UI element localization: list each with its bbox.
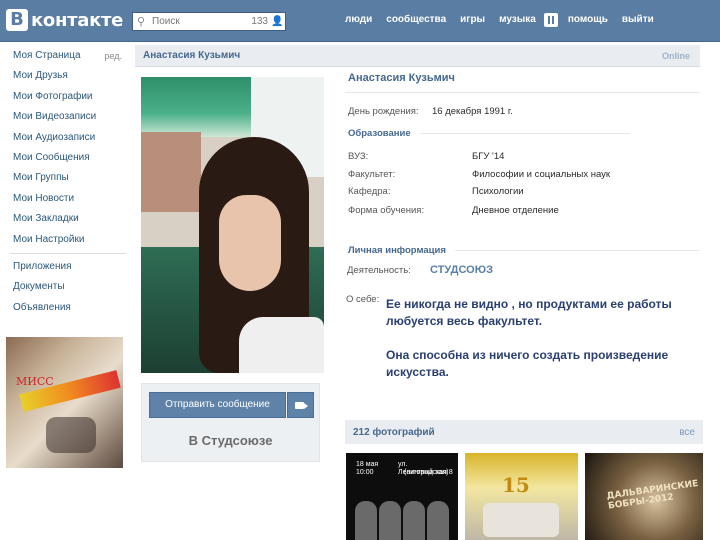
video-call-button[interactable]	[287, 392, 314, 418]
logo-letter: В	[6, 9, 28, 31]
about-paragraph: Ее никогда не видно , но продуктами ее р…	[386, 297, 672, 328]
menu-my-page[interactable]: Моя Страница ред.	[0, 46, 132, 66]
about-text: Ее никогда не видно , но продуктами ее р…	[386, 296, 686, 381]
nav-logout[interactable]: выйти	[622, 14, 654, 27]
edu-value[interactable]: Дневное отделение	[472, 205, 559, 216]
edu-row: Форма обучения: Дневное отделение	[348, 205, 559, 216]
photo-shirt	[239, 317, 324, 373]
menu-videos[interactable]: Мои Видеозаписи	[0, 107, 132, 127]
thumb-title: ДАЛЬВАРИНСКИЕ БОБРЫ-2012	[606, 478, 700, 512]
menu-divider	[10, 252, 126, 254]
activity-label: Деятельность:	[347, 265, 411, 276]
full-name: Анастасия Кузьмич	[348, 72, 455, 84]
edu-value[interactable]: Философии и социальных наук	[472, 169, 610, 180]
pause-icon[interactable]	[543, 13, 558, 27]
about-label: О себе:	[346, 294, 380, 305]
nav-communities[interactable]: сообщества	[386, 14, 446, 27]
ad-text: МИСС	[16, 375, 54, 388]
edu-label: Факультет:	[348, 169, 396, 180]
edit-link[interactable]: ред.	[104, 46, 122, 66]
nav-music[interactable]: музыка	[499, 14, 536, 27]
photos-title[interactable]: 212 фотографий	[353, 427, 435, 438]
thumb-caption: 18 мая	[356, 461, 379, 468]
menu-groups[interactable]: Мои Группы	[0, 168, 132, 188]
edu-row: Кафедра: Психологии	[348, 186, 524, 197]
activity-row: Деятельность: СТУДСОЮЗ	[347, 264, 493, 276]
profile-header-name: Анастасия Кузьмич	[143, 50, 241, 61]
menu-audio[interactable]: Мои Аудиозаписи	[0, 128, 132, 148]
education-title: Образование	[348, 128, 411, 139]
ad-banner[interactable]: МИСС	[6, 337, 123, 468]
online-status: Online	[661, 51, 690, 61]
video-camera-icon	[295, 402, 308, 409]
photo-thumbnail[interactable]: ДАЛЬВАРИНСКИЕ БОБРЫ-2012	[585, 453, 703, 540]
activity-value[interactable]: СТУДСОЮЗ	[430, 264, 493, 276]
top-nav: люди сообщества игры музыка помощь выйти	[345, 13, 668, 27]
personal-info-title: Личная информация	[348, 245, 446, 256]
menu-docs[interactable]: Документы	[0, 277, 132, 297]
vk-logo[interactable]: В контакте	[6, 8, 123, 32]
thumb-people	[354, 501, 450, 540]
search-icon: ⚲	[137, 15, 146, 28]
search-input[interactable]	[152, 16, 248, 27]
thumb-cake	[483, 503, 559, 537]
nav-help[interactable]: помощь	[568, 14, 608, 27]
divider	[345, 92, 700, 93]
menu-messages[interactable]: Мои Сообщения	[0, 148, 132, 168]
photo-face	[219, 195, 281, 291]
edu-label: ВУЗ:	[348, 151, 369, 162]
edu-label: Кафедра:	[348, 186, 391, 197]
menu-apps[interactable]: Приложения	[0, 257, 132, 277]
edu-value[interactable]: БГУ '14	[472, 151, 504, 162]
logo-text: контакте	[31, 9, 124, 31]
thumb-caption: 10:00	[356, 469, 374, 476]
about-paragraph: Она способна из ничего создать произведе…	[386, 348, 669, 379]
menu-label: Моя Страница	[13, 50, 81, 61]
menu-photos[interactable]: Мои Фотографии	[0, 87, 132, 107]
edu-value[interactable]: Психологии	[472, 186, 524, 197]
profile-header-bar: Анастасия Кузьмич Online	[135, 45, 700, 67]
photos-header: 212 фотографий все	[345, 420, 703, 444]
photo-thumbnail[interactable]: 15	[465, 453, 578, 540]
about-spacer	[386, 330, 686, 347]
birthday-label: День рождения:	[348, 106, 419, 117]
photo-thumbnail[interactable]: 18 мая 10:00 ул. Ленинградская 8 (актовы…	[346, 453, 458, 540]
menu-bookmarks[interactable]: Мои Закладки	[0, 209, 132, 229]
edu-label: Форма обучения:	[348, 205, 425, 216]
left-menu: Моя Страница ред. Мои Друзья Мои Фотогра…	[0, 46, 132, 318]
profile-actions: Отправить сообщение В Студсоюзе	[141, 383, 320, 462]
group-membership: В Студсоюзе	[188, 433, 273, 448]
menu-ads[interactable]: Объявления	[0, 298, 132, 318]
ad-shape	[46, 417, 96, 453]
search-box[interactable]: ⚲ 133 👤	[132, 12, 286, 31]
thumb-number: 15	[502, 473, 530, 497]
nav-people[interactable]: люди	[345, 14, 372, 27]
thumb-caption: (актовый зал)	[404, 469, 449, 476]
menu-news[interactable]: Мои Новости	[0, 189, 132, 209]
section-divider	[455, 250, 700, 251]
profile-photo[interactable]	[141, 77, 324, 373]
send-message-button[interactable]: Отправить сообщение	[149, 392, 286, 418]
birthday-row: День рождения: 16 декабря 1991 г.	[348, 106, 513, 117]
edu-row: Факультет: Философии и социальных наук	[348, 169, 610, 180]
edu-row: ВУЗ: БГУ '14	[348, 151, 504, 162]
search-count: 133	[251, 16, 268, 27]
about-row: О себе:	[346, 294, 379, 305]
birthday-value[interactable]: 16 декабря 1991 г.	[432, 106, 513, 117]
photo-bg-building	[141, 132, 201, 212]
section-divider	[420, 133, 630, 134]
top-header: В контакте ⚲ 133 👤 люди сообщества игры …	[0, 0, 720, 42]
nav-games[interactable]: игры	[460, 14, 485, 27]
person-icon[interactable]: 👤	[271, 16, 283, 27]
menu-friends[interactable]: Мои Друзья	[0, 66, 132, 86]
photos-all-link[interactable]: все	[679, 427, 695, 438]
menu-settings[interactable]: Мои Настройки	[0, 230, 132, 250]
